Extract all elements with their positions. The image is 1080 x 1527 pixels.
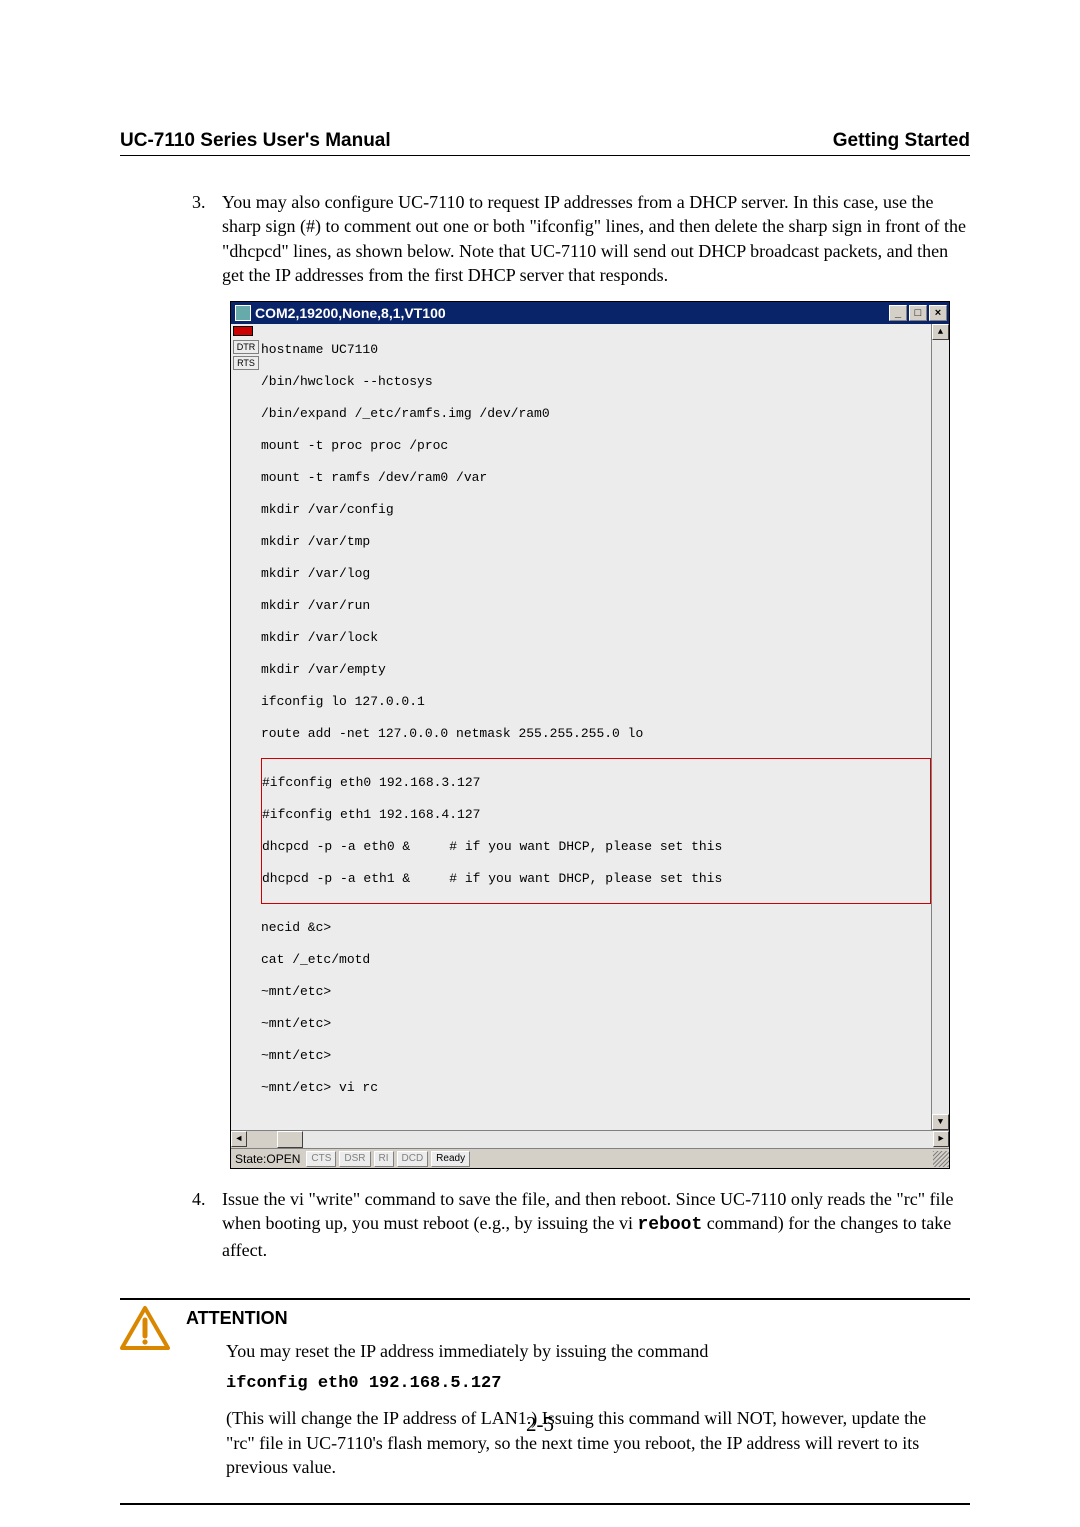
attention-paragraph: You may reset the IP address immediately… <box>226 1339 958 1363</box>
terminal-line: hostname UC7110 <box>261 342 931 358</box>
terminal-line: ifconfig lo 127.0.0.1 <box>261 694 931 710</box>
scrollbar-thumb[interactable] <box>277 1131 303 1148</box>
terminal-line: route add -net 127.0.0.0 netmask 255.255… <box>261 726 931 742</box>
page-number: 2-5 <box>0 1412 1080 1437</box>
terminal-line: cat /_etc/motd <box>261 952 931 968</box>
list-item: You may also configure UC-7110 to reques… <box>210 190 970 287</box>
horizontal-scrollbar[interactable]: ◄ ► <box>231 1130 949 1148</box>
terminal-line: mkdir /var/run <box>261 598 931 614</box>
terminal-line: ~mnt/etc> <box>261 1048 931 1064</box>
terminal-line: mkdir /var/empty <box>261 662 931 678</box>
highlighted-config-block: #ifconfig eth0 192.168.3.127 #ifconfig e… <box>261 758 931 904</box>
warning-triangle-icon <box>120 1306 170 1350</box>
scrollbar-track[interactable] <box>932 340 949 1114</box>
terminal-line: mount -t ramfs /dev/ram0 /var <box>261 470 931 486</box>
terminal-output[interactable]: hostname UC7110 /bin/hwclock --hctosys /… <box>261 324 931 1130</box>
led-indicator-icon <box>233 326 253 336</box>
terminal-app-icon <box>235 305 251 321</box>
terminal-line: mkdir /var/lock <box>261 630 931 646</box>
instruction-list: You may also configure UC-7110 to reques… <box>210 190 970 287</box>
terminal-title-text: COM2,19200,None,8,1,VT100 <box>255 305 887 321</box>
terminal-line: /bin/expand /_etc/ramfs.img /dev/ram0 <box>261 406 931 422</box>
terminal-line: dhcpcd -p -a eth0 & # if you want DHCP, … <box>262 839 930 855</box>
terminal-line: ~mnt/etc> <box>261 984 931 1000</box>
terminal-line: mkdir /var/log <box>261 566 931 582</box>
attention-command: ifconfig eth0 192.168.5.127 <box>226 1373 958 1396</box>
minimize-button[interactable]: _ <box>889 305 907 321</box>
rts-label: RTS <box>233 356 259 370</box>
status-dsr: DSR <box>339 1151 370 1167</box>
scroll-up-icon[interactable]: ▲ <box>932 324 949 340</box>
scroll-left-icon[interactable]: ◄ <box>231 1131 247 1147</box>
terminal-window: COM2,19200,None,8,1,VT100 _ □ × DTR RTS … <box>230 301 950 1169</box>
terminal-line: ~mnt/etc> <box>261 1016 931 1032</box>
terminal-line: dhcpcd -p -a eth1 & # if you want DHCP, … <box>262 871 930 887</box>
status-ready: Ready <box>431 1151 470 1167</box>
manual-title: UC-7110 Series User's Manual <box>120 130 391 152</box>
list-item: Issue the vi "write" command to save the… <box>210 1187 970 1262</box>
terminal-status-bar: State:OPEN CTS DSR RI DCD Ready <box>231 1148 949 1168</box>
scrollbar-track[interactable] <box>303 1131 933 1148</box>
resize-grip-icon[interactable] <box>933 1151 949 1167</box>
scroll-right-icon[interactable]: ► <box>933 1131 949 1147</box>
status-state: State:OPEN <box>235 1152 300 1166</box>
section-title: Getting Started <box>833 130 970 152</box>
dtr-label: DTR <box>233 340 259 354</box>
attention-callout: ATTENTION You may reset the IP address i… <box>120 1298 970 1505</box>
terminal-line: mount -t proc proc /proc <box>261 438 931 454</box>
instruction-list: Issue the vi "write" command to save the… <box>210 1187 970 1262</box>
terminal-line: #ifconfig eth0 192.168.3.127 <box>262 775 930 791</box>
terminal-line: mkdir /var/config <box>261 502 931 518</box>
vertical-scrollbar[interactable]: ▲ ▼ <box>931 324 949 1130</box>
list-item-text: You may also configure UC-7110 to reques… <box>222 192 966 285</box>
close-button[interactable]: × <box>929 305 947 321</box>
terminal-titlebar[interactable]: COM2,19200,None,8,1,VT100 _ □ × <box>231 302 949 324</box>
inline-code: reboot <box>637 1215 702 1235</box>
status-cts: CTS <box>306 1151 336 1167</box>
terminal-line: necid &c> <box>261 920 931 936</box>
maximize-button[interactable]: □ <box>909 305 927 321</box>
attention-title: ATTENTION <box>186 1308 958 1329</box>
terminal-line: #ifconfig eth1 192.168.4.127 <box>262 807 930 823</box>
terminal-side-panel: DTR RTS <box>231 324 261 1130</box>
status-dcd: DCD <box>397 1151 429 1167</box>
status-ri: RI <box>374 1151 394 1167</box>
page-header: UC-7110 Series User's Manual Getting Sta… <box>120 130 970 156</box>
terminal-line: ~mnt/etc> vi rc <box>261 1080 931 1096</box>
scroll-down-icon[interactable]: ▼ <box>932 1114 949 1130</box>
terminal-line: mkdir /var/tmp <box>261 534 931 550</box>
terminal-line: /bin/hwclock --hctosys <box>261 374 931 390</box>
